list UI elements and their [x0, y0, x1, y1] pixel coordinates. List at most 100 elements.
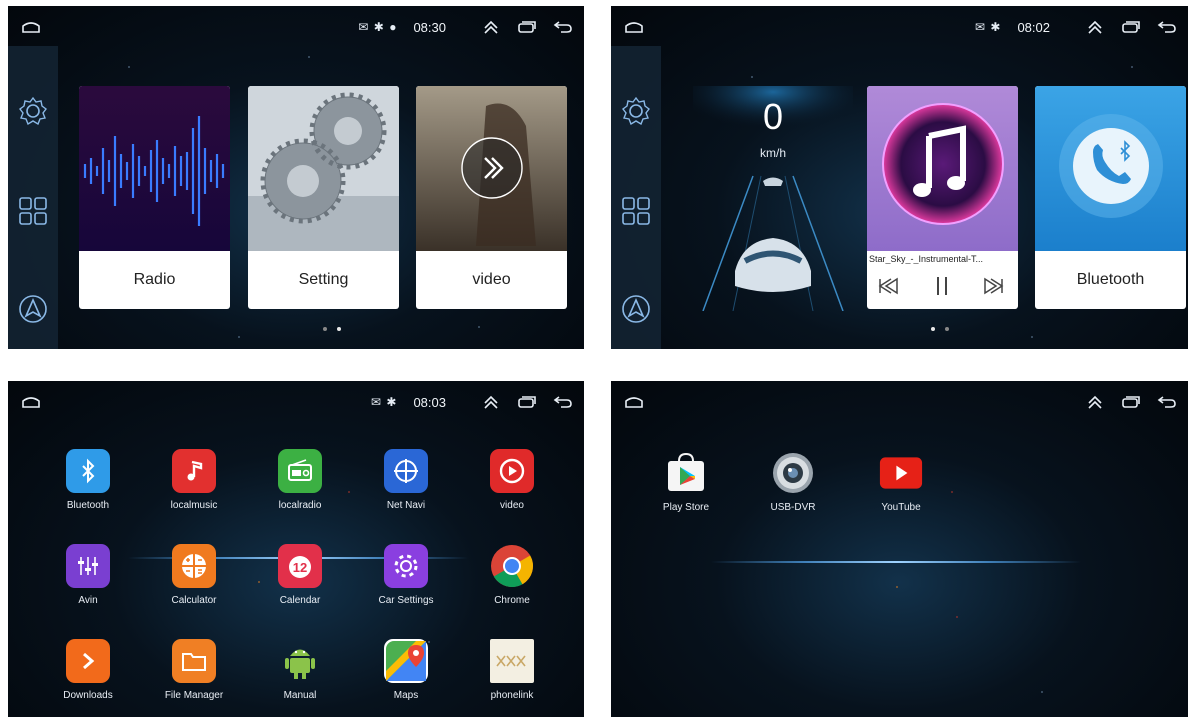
settings-gear-icon[interactable] — [619, 94, 653, 128]
app-youtube[interactable]: YouTube — [853, 451, 949, 531]
app-label: Manual — [283, 690, 317, 701]
app-label: Maps — [393, 690, 419, 701]
speed-unit: km/h — [759, 146, 786, 160]
bluetooth-phone-image — [1035, 86, 1186, 251]
app-usb-dvr[interactable]: USB-DVR — [745, 451, 841, 531]
app-label: Calculator — [171, 595, 217, 606]
page-dot-active — [337, 327, 341, 331]
card-label: Setting — [298, 271, 349, 288]
page-dot-active — [931, 327, 935, 331]
speed-widget[interactable]: 0 km/h — [693, 86, 853, 311]
card-label: video — [472, 271, 511, 288]
bluetooth-card[interactable]: Bluetooth — [1035, 86, 1186, 309]
app-label: Car Settings — [378, 595, 434, 606]
youtube-icon — [879, 451, 923, 495]
home-icon[interactable] — [625, 396, 643, 408]
app-label: phonelink — [490, 690, 534, 701]
maps-icon — [384, 639, 428, 683]
android-icon — [278, 639, 322, 683]
page-dot — [323, 327, 327, 331]
recent-apps-icon[interactable] — [516, 18, 538, 36]
pause-icon[interactable] — [931, 275, 953, 297]
track-title: Star_Sky_-_Instrumental-T... — [869, 254, 984, 264]
speed-value: 0 — [762, 96, 784, 137]
navigation-icon[interactable] — [619, 292, 653, 326]
app-label: Calendar — [279, 595, 321, 606]
radio-card[interactable]: Radio — [79, 86, 230, 309]
home-icon[interactable] — [625, 21, 643, 33]
app-phonelink[interactable]: phonelink — [464, 639, 560, 717]
recent-apps-icon[interactable] — [1120, 393, 1142, 411]
page-indicator — [323, 327, 341, 331]
music-card[interactable]: Star_Sky_-_Instrumental-T... — [867, 86, 1018, 309]
app-calculator[interactable]: Calculator — [146, 544, 242, 624]
calendar-number: 12 — [293, 560, 307, 575]
previous-track-icon[interactable] — [877, 276, 901, 296]
expand-up-icon[interactable] — [1084, 393, 1106, 411]
home-screen-shortcuts: Play Store USB-DVR YouTube — [611, 381, 1188, 717]
app-label: USB-DVR — [770, 502, 816, 513]
calendar-icon: 12 — [278, 544, 322, 588]
expand-up-icon[interactable] — [1084, 18, 1106, 36]
expand-up-icon[interactable] — [480, 393, 502, 411]
video-movie-image — [416, 86, 567, 251]
home-icon[interactable] — [22, 396, 40, 408]
gears-image — [248, 86, 399, 251]
app-label: localradio — [278, 500, 322, 511]
bluetooth-icon — [66, 449, 110, 493]
app-play-store[interactable]: Play Store — [638, 451, 734, 531]
radio-icon — [278, 449, 322, 493]
next-track-icon[interactable] — [981, 276, 1005, 296]
settings-gear-icon[interactable] — [16, 94, 50, 128]
back-icon[interactable] — [552, 18, 574, 36]
app-car-settings[interactable]: Car Settings — [358, 544, 454, 624]
app-calendar[interactable]: 12 Calendar — [252, 544, 348, 624]
play-store-icon — [664, 451, 708, 495]
expand-up-icon[interactable] — [480, 18, 502, 36]
music-artwork — [867, 86, 1018, 251]
status-bar — [611, 381, 1188, 421]
back-icon[interactable] — [552, 393, 574, 411]
home-icon[interactable] — [22, 21, 40, 33]
card-label: Bluetooth — [1076, 271, 1145, 288]
app-localmusic[interactable]: localmusic — [146, 449, 242, 529]
app-label: Avin — [78, 595, 98, 606]
app-grid-icon[interactable] — [619, 194, 653, 228]
app-label: File Manager — [164, 690, 224, 701]
video-card[interactable]: video — [416, 86, 567, 309]
music-note-icon — [172, 449, 216, 493]
calculator-icon — [172, 544, 216, 588]
app-downloads[interactable]: Downloads — [40, 639, 136, 717]
camera-lens-icon — [771, 451, 815, 495]
clock: 08:30 — [413, 19, 446, 35]
app-label: Net Navi — [386, 500, 426, 511]
app-net-navi[interactable]: Net Navi — [358, 449, 454, 529]
app-avin[interactable]: Avin — [40, 544, 136, 624]
app-label: Play Store — [662, 502, 710, 513]
app-label: video — [500, 500, 524, 511]
status-icons: ✉ ✱ — [975, 20, 1002, 34]
app-file-manager[interactable]: File Manager — [146, 639, 242, 717]
folder-icon — [172, 639, 216, 683]
sidebar — [611, 46, 661, 349]
light-flare — [711, 561, 1081, 563]
app-label: localmusic — [170, 500, 218, 511]
app-video[interactable]: video — [464, 449, 560, 529]
status-icons: ✉ ✱ ● — [358, 20, 398, 34]
app-manual[interactable]: Manual — [252, 639, 348, 717]
recent-apps-icon[interactable] — [1120, 18, 1142, 36]
back-icon[interactable] — [1156, 393, 1178, 411]
app-bluetooth[interactable]: Bluetooth — [40, 449, 136, 529]
gear-icon — [384, 544, 428, 588]
back-icon[interactable] — [1156, 18, 1178, 36]
clock: 08:03 — [413, 394, 446, 410]
app-grid-icon[interactable] — [16, 194, 50, 228]
app-label: Downloads — [63, 690, 113, 701]
app-maps[interactable]: Maps — [358, 639, 454, 717]
app-localradio[interactable]: localradio — [252, 449, 348, 529]
navigation-icon[interactable] — [16, 292, 50, 326]
app-drawer: ✉ ✱ 08:03 Bluetooth localmusic localradi… — [8, 381, 584, 717]
setting-card[interactable]: Setting — [248, 86, 399, 309]
app-chrome[interactable]: Chrome — [464, 544, 560, 624]
recent-apps-icon[interactable] — [516, 393, 538, 411]
